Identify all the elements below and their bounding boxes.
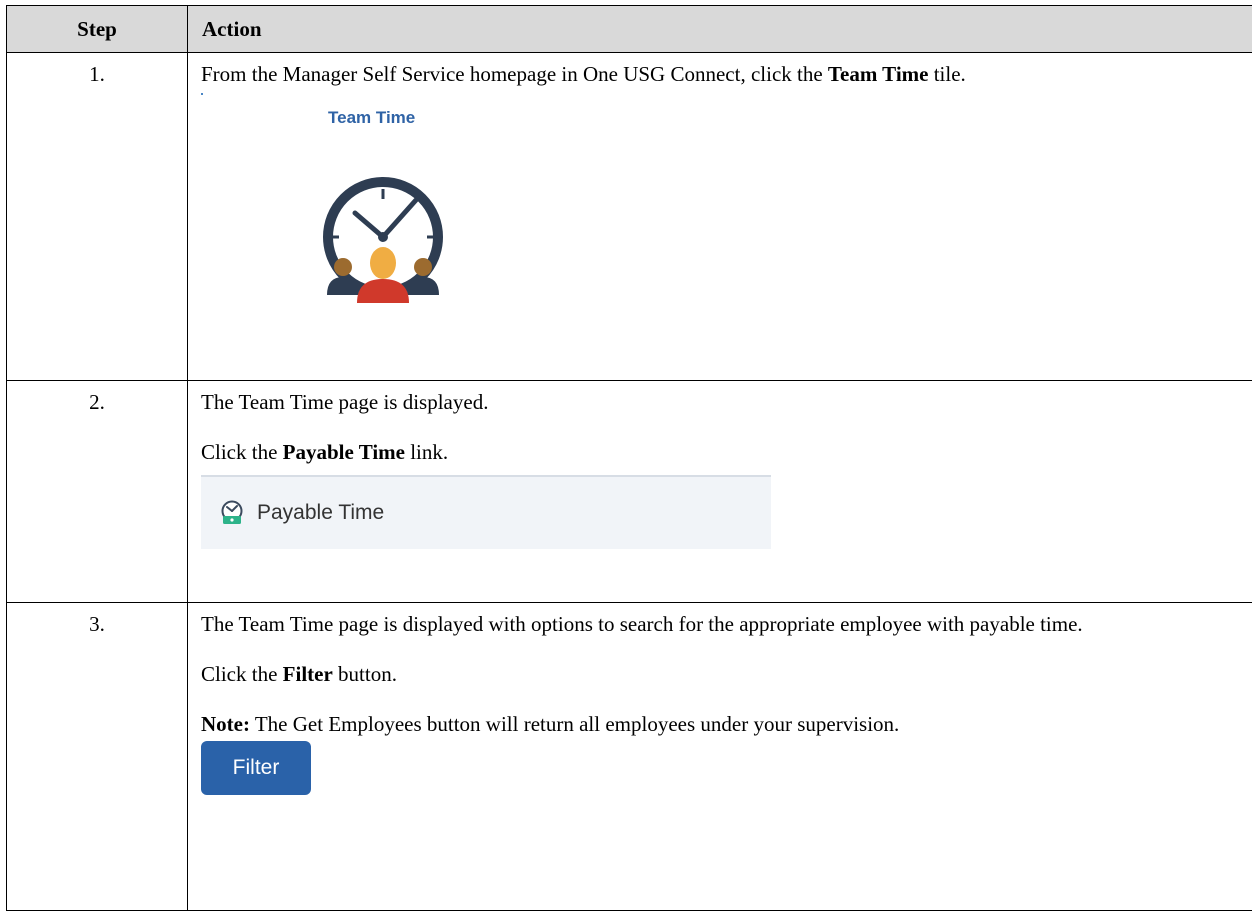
instruction-text-part: tile. bbox=[928, 62, 965, 86]
instruction-text: Click the Payable Time link. bbox=[201, 439, 1241, 465]
step-action: The Team Time page is displayed with opt… bbox=[188, 603, 1252, 911]
instruction-text-part: From the Manager Self Service homepage i… bbox=[201, 62, 828, 86]
instruction-bold: Team Time bbox=[828, 62, 929, 86]
tile-title: Team Time bbox=[328, 105, 415, 131]
note-label: Note: bbox=[201, 712, 250, 736]
instruction-text-part: Click the bbox=[201, 440, 283, 464]
team-time-clock-icon bbox=[313, 175, 453, 317]
table-row: 3. The Team Time page is displayed with … bbox=[7, 603, 1252, 911]
payable-time-label: Payable Time bbox=[257, 500, 384, 526]
step-action: From the Manager Self Service homepage i… bbox=[188, 53, 1252, 381]
instruction-text: From the Manager Self Service homepage i… bbox=[201, 61, 1241, 87]
table-row: 2. The Team Time page is displayed. Clic… bbox=[7, 381, 1252, 603]
instruction-bold: Payable Time bbox=[283, 440, 405, 464]
step-number: 1. bbox=[7, 53, 188, 381]
note-body: The Get Employees button will return all… bbox=[250, 712, 899, 736]
instruction-text-part: link. bbox=[405, 440, 448, 464]
note-text: Note: The Get Employees button will retu… bbox=[201, 711, 1241, 737]
step-number: 2. bbox=[7, 381, 188, 603]
instruction-text: Click the Filter button. bbox=[201, 661, 1241, 687]
instruction-text: The Team Time page is displayed. bbox=[201, 389, 1241, 415]
payable-time-link[interactable]: Payable Time bbox=[201, 475, 771, 549]
payable-time-icon bbox=[219, 500, 245, 526]
filter-button[interactable]: Filter bbox=[201, 741, 311, 795]
header-step: Step bbox=[7, 6, 188, 53]
tile-corner-mark bbox=[201, 93, 203, 95]
header-action: Action bbox=[188, 6, 1252, 53]
instruction-text-part: button. bbox=[333, 662, 397, 686]
instruction-bold: Filter bbox=[283, 662, 333, 686]
instruction-text-part: Click the bbox=[201, 662, 283, 686]
step-action: The Team Time page is displayed. Click t… bbox=[188, 381, 1252, 603]
instruction-text: The Team Time page is displayed with opt… bbox=[201, 611, 1241, 637]
procedure-table: Step Action 1. From the Manager Self Ser… bbox=[6, 5, 1252, 911]
table-header-row: Step Action bbox=[7, 6, 1252, 53]
table-row: 1. From the Manager Self Service homepag… bbox=[7, 53, 1252, 381]
step-number: 3. bbox=[7, 603, 188, 911]
team-time-tile[interactable]: Team Time bbox=[201, 87, 501, 325]
